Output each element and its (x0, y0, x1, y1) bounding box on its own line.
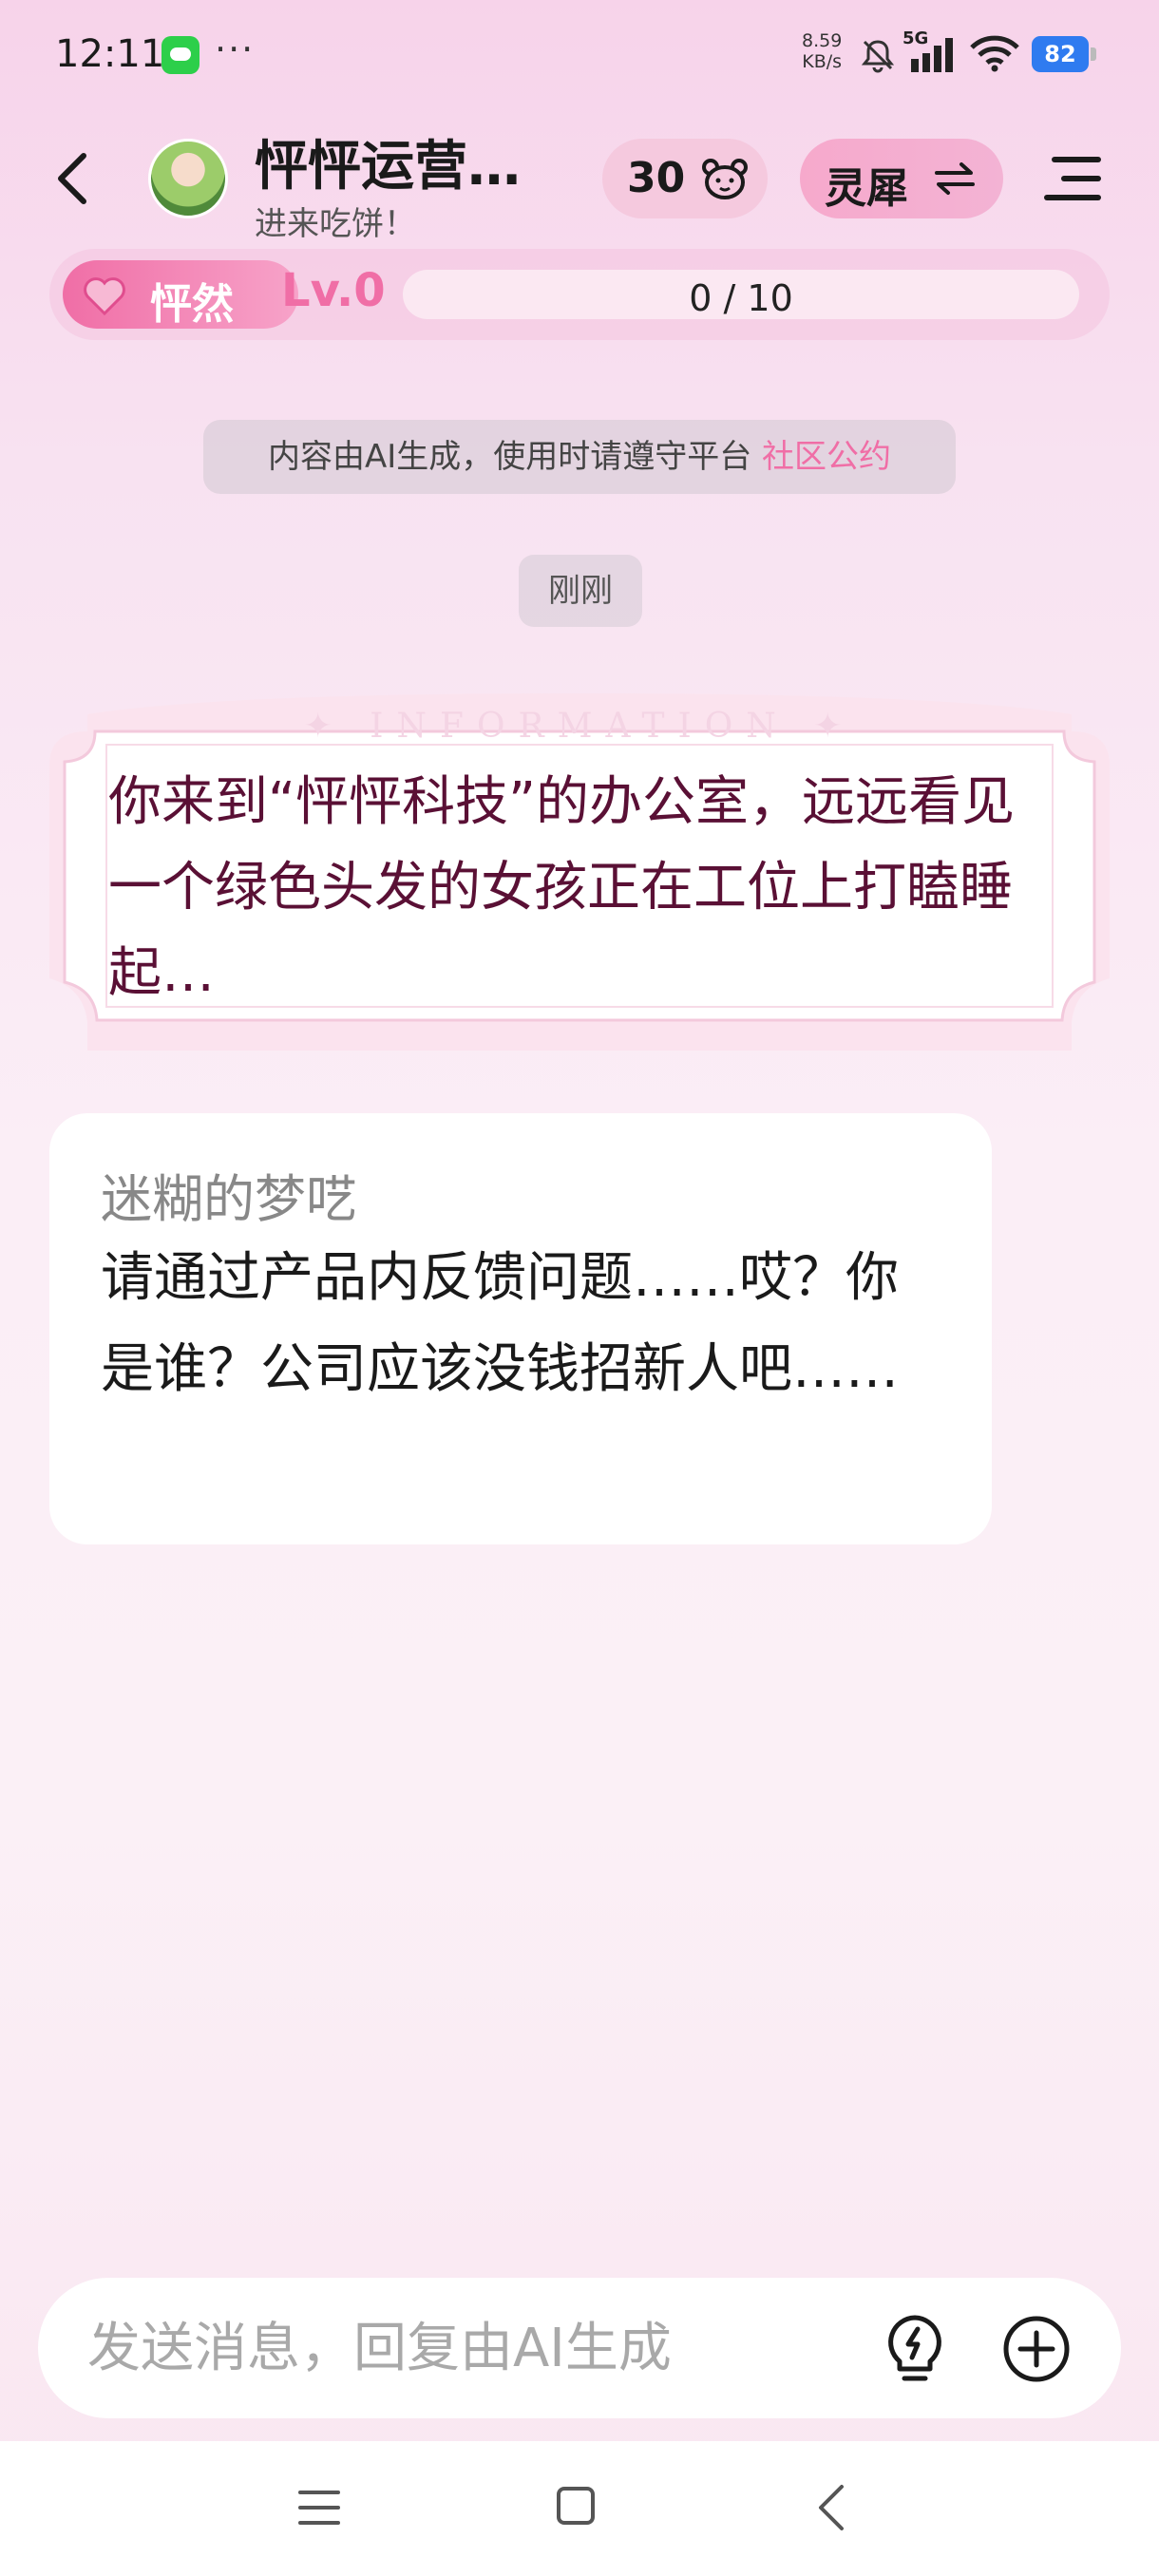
net-speed-unit: KB/s (802, 51, 843, 72)
heart-icon (84, 277, 125, 316)
bell-muted-icon (861, 40, 895, 73)
menu-icon[interactable] (1043, 150, 1102, 207)
plus-circle-icon[interactable] (1001, 2314, 1072, 2384)
net-speed-value: 8.59 (802, 30, 843, 51)
information-text: 你来到“怦怦科技”的办公室，远远看见一个绿色头发的女孩正在工位上打瞌睡起… (108, 771, 1016, 1004)
coin-count: 30 (627, 154, 686, 202)
notice-text: 内容由AI生成，使用时请遵守平台 (267, 438, 763, 476)
chat-app-icon (162, 36, 200, 74)
message-text: 请通过产品内反馈问题……哎？你是谁？公司应该没钱招新人吧…… (101, 1247, 899, 1400)
affinity-level-bar[interactable]: 怦然 Lv.0 0 / 10 (49, 249, 1110, 340)
level-progress-track: 0 / 10 (403, 270, 1079, 319)
net-speed: 8.59 KB/s (802, 30, 842, 72)
character-message-bubble[interactable]: 迷糊的梦呓 请通过产品内反馈问题……哎？你是谁？公司应该没钱招新人吧…… (49, 1113, 992, 1544)
system-nav-bar (0, 2441, 1159, 2576)
message-action: 迷糊的梦呓 (101, 1169, 357, 1229)
signal-icon (911, 38, 953, 72)
mode-label: 灵犀 (825, 164, 908, 213)
lightbulb-icon[interactable] (880, 2312, 950, 2384)
status-bar: 12:11 ··· 8.59 KB/s 5G 82 (0, 0, 1159, 112)
character-subtitle: 进来吃饼！ (255, 205, 416, 243)
affinity-tag: 怦然 (63, 260, 298, 329)
information-card: ✦ INFORMATION ✦ 你来到“怦怦科技”的办公室，远远看见一个绿色头发… (49, 693, 1110, 1051)
back-icon[interactable] (51, 148, 93, 209)
battery-tip (1091, 47, 1096, 61)
bear-icon (702, 159, 748, 199)
information-heading: ✦ INFORMATION ✦ (303, 707, 856, 746)
level-number: Lv.0 (281, 264, 386, 317)
mode-switch-button[interactable]: 灵犀 (800, 139, 1003, 218)
message-input-bar (38, 2278, 1121, 2418)
message-input[interactable] (87, 2310, 847, 2386)
nav-back-icon[interactable] (813, 2483, 847, 2532)
timestamp-chip: 刚刚 (519, 555, 642, 627)
nav-home-icon[interactable] (555, 2485, 597, 2527)
coin-balance-button[interactable]: 30 (602, 139, 768, 218)
status-time: 12:11 (55, 32, 165, 76)
swap-icon (935, 162, 975, 195)
battery-level: 82 (1032, 36, 1089, 72)
community-rules-link[interactable]: 社区公约 (762, 438, 891, 476)
level-progress-text: 0 / 10 (689, 277, 793, 319)
status-more-dots: ··· (215, 28, 256, 70)
character-name[interactable]: 怦怦运营… (255, 123, 521, 200)
ai-content-notice: 内容由AI生成，使用时请遵守平台 社区公约 (203, 420, 956, 494)
character-avatar[interactable] (148, 139, 228, 218)
affinity-tag-label: 怦然 (150, 280, 234, 329)
nav-recents-icon[interactable] (296, 2487, 342, 2529)
wifi-icon (970, 35, 1019, 72)
